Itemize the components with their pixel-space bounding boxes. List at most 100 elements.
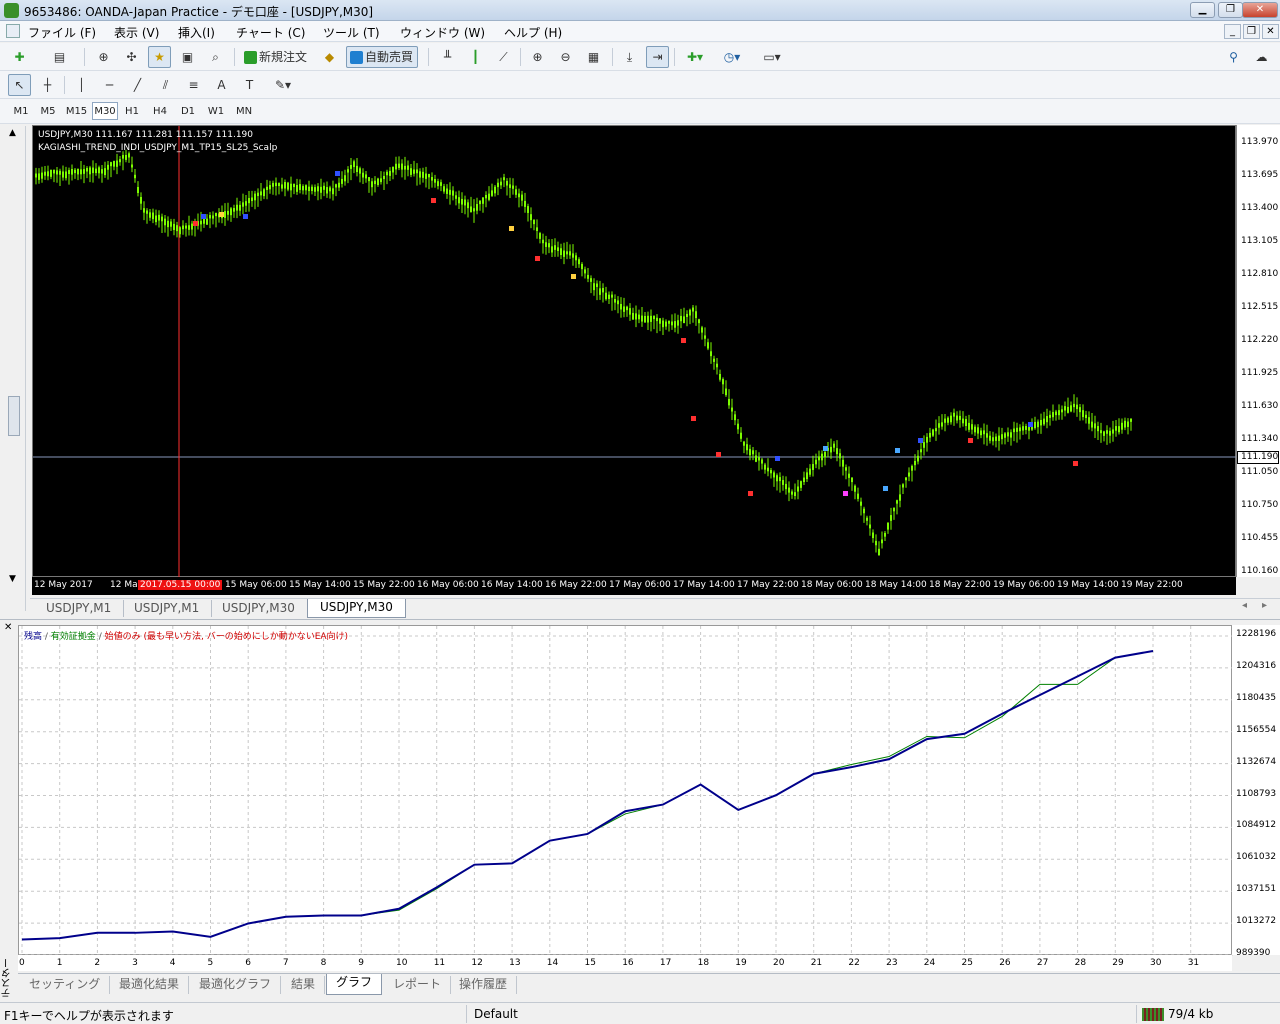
- text-label-icon[interactable]: T: [238, 74, 261, 96]
- market-watch-icon[interactable]: ⊕: [92, 46, 115, 68]
- tab-scroll-left-icon[interactable]: ◂: [1242, 600, 1247, 611]
- new-chart-icon[interactable]: ✚: [8, 46, 31, 68]
- candle-body: [653, 316, 655, 320]
- tf-m30[interactable]: M30: [92, 102, 118, 120]
- candle-body: [200, 220, 202, 225]
- metaeditor-icon[interactable]: ◆: [318, 46, 341, 68]
- candle-body: [38, 173, 40, 180]
- tester-tab-report[interactable]: レポート: [384, 976, 452, 994]
- chat-icon[interactable]: ☁: [1250, 46, 1273, 68]
- line-chart-icon[interactable]: ⟋: [492, 46, 515, 68]
- menu-insert[interactable]: 挿入(I): [178, 24, 215, 41]
- tf-h4[interactable]: H4: [147, 102, 173, 120]
- tf-m1[interactable]: M1: [8, 102, 34, 120]
- graph-x-label: 24: [923, 958, 936, 968]
- tester-icon[interactable]: ⌕: [204, 46, 227, 68]
- price-label: 112.220: [1241, 335, 1279, 345]
- auto-trading-button[interactable]: 自動売買: [346, 46, 419, 68]
- data-window-icon[interactable]: ✣: [120, 46, 143, 68]
- candle-body: [965, 419, 967, 426]
- fibonacci-icon[interactable]: ≡: [182, 74, 205, 96]
- tf-mn[interactable]: MN: [231, 102, 257, 120]
- tester-tab-opt-results[interactable]: 最適化結果: [110, 976, 190, 994]
- chart-tab-usdjpy-m1-2[interactable]: USDJPY,M1: [122, 600, 213, 617]
- tester-tab-opt-graph[interactable]: 最適化グラフ: [190, 976, 282, 994]
- candle-body: [248, 198, 250, 204]
- price-chart[interactable]: USDJPY,M30 111.167 111.281 111.157 111.1…: [32, 125, 1237, 578]
- doc-icon[interactable]: [6, 24, 20, 38]
- candle-body: [569, 251, 571, 256]
- candlestick-icon[interactable]: ┃: [464, 46, 487, 68]
- status-traffic: 79/4 kb: [1168, 1007, 1214, 1021]
- cursor-icon[interactable]: ↖: [8, 74, 31, 96]
- periods-icon[interactable]: ◷▾: [716, 46, 748, 68]
- maximize-button[interactable]: ❐: [1218, 2, 1243, 18]
- shapes-icon[interactable]: ✎▾: [266, 74, 300, 96]
- bar-chart-icon[interactable]: ╨: [436, 46, 459, 68]
- menu-view[interactable]: 表示 (V): [114, 24, 159, 41]
- candle-body: [479, 200, 481, 205]
- navigator-icon[interactable]: ★: [148, 46, 171, 68]
- indicators-icon[interactable]: ✚▾: [680, 46, 710, 68]
- channel-icon[interactable]: ⫽: [154, 74, 177, 96]
- graph-y-axis: 1228196 1204316 1180435 1156554 1132674 11087…: [1232, 625, 1280, 958]
- candle-body: [242, 202, 244, 207]
- candle-body: [152, 212, 154, 220]
- candle-body: [845, 467, 847, 471]
- candle-body: [650, 315, 652, 322]
- mdi-close-button[interactable]: ✕: [1262, 24, 1279, 39]
- trendline-icon[interactable]: ╱: [126, 74, 149, 96]
- autoscroll-icon[interactable]: ⤓: [618, 46, 641, 68]
- crosshair-icon[interactable]: ┼: [36, 74, 59, 96]
- tester-tab-results[interactable]: 結果: [282, 976, 326, 994]
- graph-x-label: 13: [509, 958, 521, 968]
- templates-icon[interactable]: ▭▾: [756, 46, 788, 68]
- chart-shift-icon[interactable]: ⇥: [646, 46, 669, 68]
- chart-tab-usdjpy-m30[interactable]: USDJPY,M30: [210, 600, 308, 617]
- minimize-button[interactable]: ▁: [1190, 2, 1215, 18]
- chart-tab-usdjpy-m1[interactable]: USDJPY,M1: [34, 600, 125, 617]
- candle-body: [407, 165, 409, 170]
- candle-body: [542, 239, 544, 244]
- candle-body: [266, 186, 268, 190]
- candle-body: [878, 548, 880, 556]
- tester-tab-graph[interactable]: グラフ: [326, 974, 383, 995]
- candle-body: [659, 318, 661, 324]
- graph-y-label: 1132674: [1236, 756, 1277, 767]
- menu-help[interactable]: ヘルプ (H): [504, 24, 562, 41]
- candle-body: [857, 493, 859, 499]
- mdi-minimize-button[interactable]: _: [1224, 24, 1241, 39]
- menu-window[interactable]: ウィンドウ (W): [400, 24, 485, 41]
- vertical-line-icon[interactable]: │: [70, 74, 93, 96]
- chart-tab-usdjpy-m30-active[interactable]: USDJPY,M30: [307, 599, 406, 618]
- profiles-icon[interactable]: ▤: [48, 46, 71, 68]
- close-button[interactable]: ✕: [1242, 2, 1278, 18]
- mdi-restore-button[interactable]: ❐: [1243, 24, 1260, 39]
- zoom-out-icon[interactable]: ⊖: [554, 46, 577, 68]
- text-icon[interactable]: A: [210, 74, 233, 96]
- terminal-icon[interactable]: ▣: [176, 46, 199, 68]
- scroll-thumb[interactable]: [8, 396, 20, 436]
- candle-body: [1103, 431, 1105, 436]
- tf-d1[interactable]: D1: [175, 102, 201, 120]
- price-label: 113.105: [1241, 236, 1279, 246]
- horizontal-line-icon[interactable]: ─: [98, 74, 121, 96]
- tf-w1[interactable]: W1: [203, 102, 229, 120]
- menu-chart[interactable]: チャート (C): [236, 24, 305, 41]
- tile-windows-icon[interactable]: ▦: [582, 46, 605, 68]
- tester-tab-settings[interactable]: セッティング: [20, 976, 111, 994]
- menu-file[interactable]: ファイル (F): [28, 24, 96, 41]
- search-icon[interactable]: ⚲: [1222, 46, 1245, 68]
- menu-tools[interactable]: ツール (T): [323, 24, 380, 41]
- tester-close-icon[interactable]: ✕: [4, 622, 12, 633]
- candle-body: [686, 313, 688, 318]
- tf-h1[interactable]: H1: [119, 102, 145, 120]
- tf-m15[interactable]: M15: [62, 102, 91, 120]
- candle-body: [911, 465, 913, 471]
- chart-scrollbar[interactable]: ▲ ▼: [5, 126, 26, 611]
- new-order-button[interactable]: 新規注文: [240, 46, 312, 68]
- tester-tab-journal[interactable]: 操作履歴: [450, 976, 518, 994]
- tf-m5[interactable]: M5: [35, 102, 61, 120]
- tab-scroll-right-icon[interactable]: ▸: [1262, 600, 1267, 611]
- zoom-in-icon[interactable]: ⊕: [526, 46, 549, 68]
